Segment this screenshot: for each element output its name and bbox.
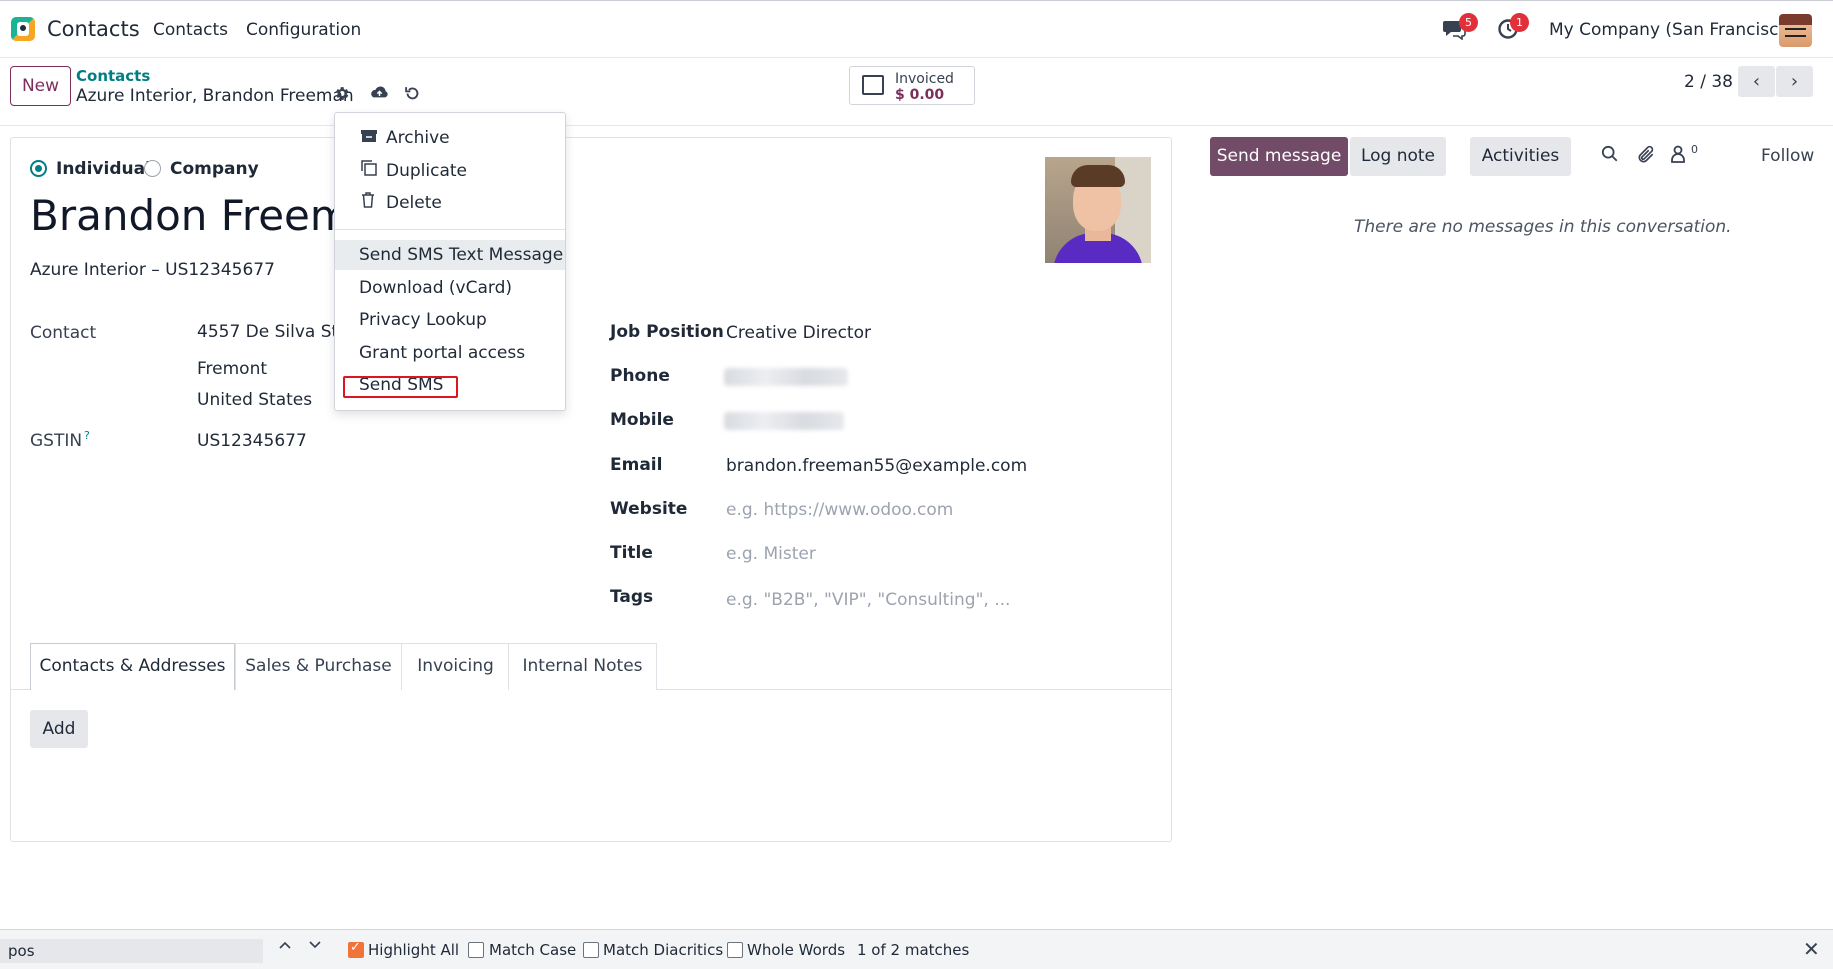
breadcrumb-contacts[interactable]: Contacts <box>76 67 150 85</box>
activities-button[interactable]: Activities <box>1470 137 1571 176</box>
activities-badge: 1 <box>1510 13 1529 32</box>
save-cloud-icon[interactable] <box>369 84 390 106</box>
invoiced-label: Invoiced <box>895 71 954 87</box>
menu-item-label: Duplicate <box>386 161 467 181</box>
gstin-help-icon[interactable]: ? <box>84 429 90 442</box>
top-navbar: Contacts Contacts Configuration 5 1 My C… <box>0 0 1833 58</box>
trash-icon <box>361 188 375 218</box>
match-diacritics-label[interactable]: Match Diacritics <box>603 941 723 959</box>
invoiced-smart-button[interactable]: Invoiced $ 0.00 <box>849 66 975 105</box>
whole-words-label[interactable]: Whole Words <box>747 941 845 959</box>
pencil-square-icon <box>862 75 884 95</box>
email-field[interactable]: brandon.freeman55@example.com <box>726 456 1027 476</box>
gstin-label: GSTIN <box>30 431 83 451</box>
menu-contacts[interactable]: Contacts <box>153 20 228 40</box>
actions-dropdown-menu: Archive Duplicate Delete Send SMS Text M… <box>334 112 566 411</box>
radio-individual[interactable] <box>30 160 47 177</box>
contacts-app-icon[interactable] <box>11 17 35 41</box>
close-icon[interactable]: ✕ <box>1803 937 1820 961</box>
divider <box>0 125 1833 126</box>
pager-next-icon[interactable]: › <box>1776 66 1813 97</box>
website-field[interactable]: e.g. https://www.odoo.com <box>726 500 953 520</box>
menu-item-grant-portal-access[interactable]: Grant portal access <box>335 338 565 368</box>
copy-icon <box>361 156 377 186</box>
menu-item-label: Archive <box>386 128 450 148</box>
radio-company[interactable] <box>144 160 161 177</box>
highlight-all-label[interactable]: Highlight All <box>368 941 459 959</box>
pager-value[interactable]: 2 / 38 <box>1684 72 1733 92</box>
new-button[interactable]: New <box>10 66 71 106</box>
website-label: Website <box>610 499 688 519</box>
company-switcher[interactable]: My Company (San Francisco) <box>1549 20 1795 40</box>
pager-previous-icon[interactable]: ‹ <box>1738 66 1775 97</box>
email-label: Email <box>610 455 663 475</box>
menu-item-label: Delete <box>386 193 442 213</box>
form-sheet <box>10 137 1172 842</box>
tags-label: Tags <box>610 587 654 607</box>
followers-user-icon[interactable] <box>1670 145 1686 168</box>
tab-invoicing[interactable]: Invoicing <box>401 643 510 690</box>
tab-internal-notes[interactable]: Internal Notes <box>508 643 657 690</box>
messages-badge: 5 <box>1459 13 1478 32</box>
phone-field-blurred[interactable] <box>724 368 848 386</box>
invoiced-value: $ 0.00 <box>895 87 945 103</box>
discard-undo-icon[interactable] <box>404 85 421 107</box>
country-field[interactable]: United States <box>197 390 312 410</box>
phone-label: Phone <box>610 366 670 386</box>
menu-item-delete[interactable]: Delete <box>335 188 565 218</box>
city-field[interactable]: Fremont <box>197 359 267 379</box>
tab-contacts-addresses[interactable]: Contacts & Addresses <box>30 643 235 690</box>
mobile-field-blurred[interactable] <box>724 412 844 430</box>
menu-item-label: Send SMS Text Message <box>359 245 564 265</box>
find-bar: Highlight All Match Case Match Diacritic… <box>0 929 1833 969</box>
paperclip-icon[interactable] <box>1636 145 1656 170</box>
menu-item-duplicate[interactable]: Duplicate <box>335 156 565 186</box>
match-case-checkbox[interactable] <box>468 942 484 958</box>
breadcrumb-current: Azure Interior, Brandon Freeman <box>76 86 354 106</box>
log-note-button[interactable]: Log note <box>1350 137 1446 176</box>
menu-item-send-sms-text-message[interactable]: Send SMS Text Message <box>335 240 565 270</box>
tags-field[interactable]: e.g. "B2B", "VIP", "Consulting", ... <box>726 590 1010 610</box>
find-result-count: 1 of 2 matches <box>857 941 970 959</box>
send-message-button[interactable]: Send message <box>1210 137 1348 176</box>
menu-divider <box>335 229 565 230</box>
followers-count: 0 <box>1691 143 1698 156</box>
job-position-label: Job Position <box>610 322 724 342</box>
tab-sales-purchase[interactable]: Sales & Purchase <box>235 643 402 690</box>
find-next-icon[interactable] <box>308 938 322 956</box>
street-field[interactable]: 4557 De Silva St <box>197 322 338 342</box>
menu-item-download-vcard[interactable]: Download (vCard) <box>335 273 565 303</box>
job-position-field[interactable]: Creative Director <box>726 323 871 343</box>
label-individual[interactable]: Individual <box>56 159 151 179</box>
follow-button[interactable]: Follow <box>1761 146 1814 166</box>
highlight-all-checkbox[interactable] <box>348 940 364 958</box>
menu-item-archive[interactable]: Archive <box>335 123 565 153</box>
match-case-label[interactable]: Match Case <box>489 941 576 959</box>
add-contact-button[interactable]: Add <box>30 710 88 748</box>
mobile-label: Mobile <box>610 410 674 430</box>
highlight-box <box>343 376 458 398</box>
menu-item-label: Download (vCard) <box>359 278 512 298</box>
whole-words-checkbox[interactable] <box>727 942 743 958</box>
gstin-field[interactable]: US12345677 <box>197 431 307 451</box>
title-field[interactable]: e.g. Mister <box>726 544 816 564</box>
find-input[interactable] <box>0 939 263 963</box>
menu-item-label: Privacy Lookup <box>359 310 487 330</box>
menu-item-privacy-lookup[interactable]: Privacy Lookup <box>335 305 565 335</box>
menu-configuration[interactable]: Configuration <box>246 20 361 40</box>
title-label: Title <box>610 543 653 563</box>
gear-icon[interactable] <box>333 85 350 107</box>
parent-company-field[interactable]: Azure Interior – US12345677 <box>30 260 275 280</box>
match-diacritics-checkbox[interactable] <box>583 942 599 958</box>
label-company[interactable]: Company <box>170 159 259 179</box>
search-icon[interactable] <box>1601 145 1619 168</box>
user-avatar[interactable] <box>1779 14 1812 47</box>
menu-item-label: Grant portal access <box>359 343 526 363</box>
contact-label: Contact <box>30 323 97 343</box>
no-messages-text: There are no messages in this conversati… <box>1354 217 1732 237</box>
find-previous-icon[interactable] <box>278 938 292 956</box>
archive-icon <box>361 123 377 153</box>
app-brand[interactable]: Contacts <box>47 17 140 41</box>
contact-photo[interactable] <box>1045 157 1151 263</box>
